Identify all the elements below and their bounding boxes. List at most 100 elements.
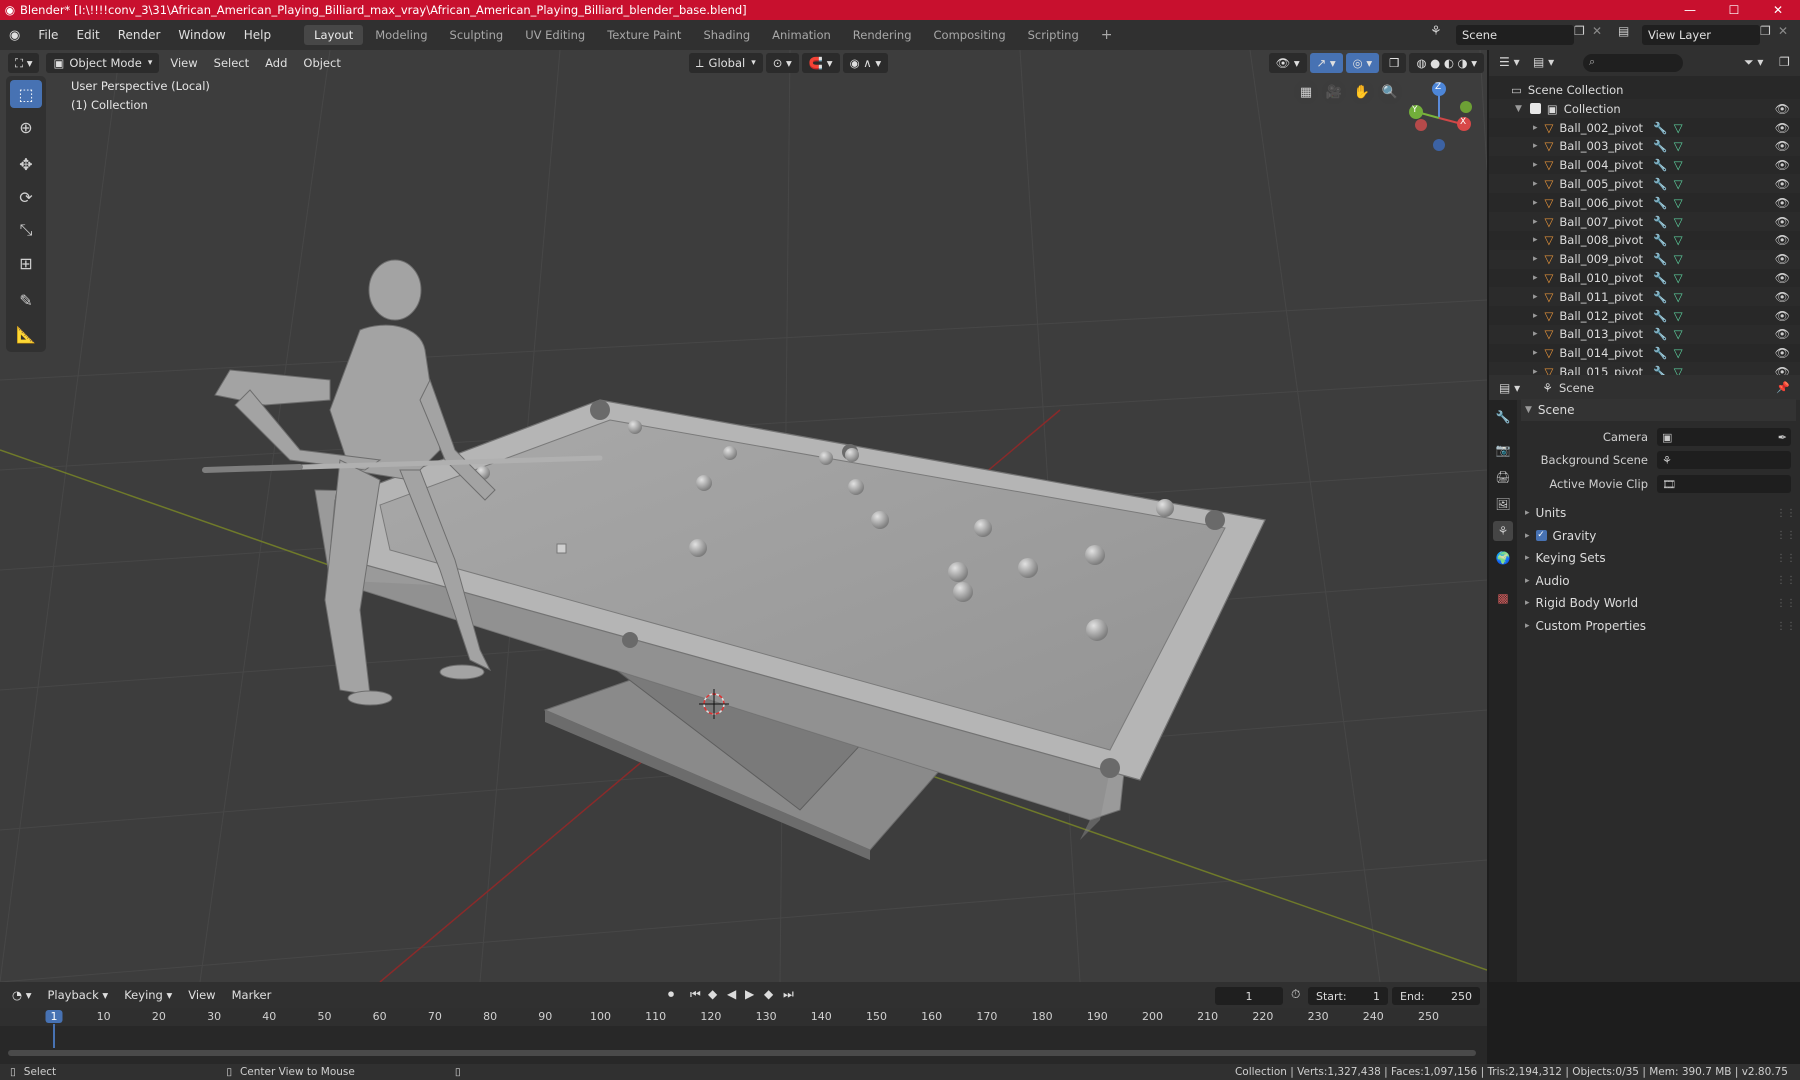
modifier-icon[interactable]: 🔧 bbox=[1653, 309, 1667, 323]
eye-icon[interactable]: 👁 bbox=[1775, 196, 1790, 210]
play-icon[interactable]: ▶ bbox=[745, 987, 754, 1001]
overlay-toggle-button[interactable]: ◎ ▾ bbox=[1345, 53, 1380, 73]
outliner-object-row[interactable]: ▸ ▽ Ball_012_pivot 🔧 ▽ 👁 bbox=[1489, 306, 1800, 325]
modifier-icon[interactable]: 🔧 bbox=[1653, 271, 1667, 285]
navigation-gizmo[interactable]: Z X Y bbox=[1405, 80, 1485, 160]
properties-subpanel[interactable]: ▸ Custom Properties ⋮⋮ bbox=[1521, 615, 1796, 637]
drag-handle-icon[interactable]: ⋮⋮ bbox=[1776, 598, 1796, 609]
minimize-button[interactable]: — bbox=[1668, 3, 1712, 17]
mesh-data-icon[interactable]: ▽ bbox=[1674, 177, 1683, 191]
jump-start-icon[interactable]: ⏮ bbox=[690, 987, 701, 1002]
view-layer-selector[interactable]: View Layer bbox=[1642, 25, 1760, 45]
rotate-tool-icon[interactable]: ⟳ bbox=[10, 183, 42, 211]
tab-sculpting[interactable]: Sculpting bbox=[440, 25, 514, 45]
eye-icon[interactable]: 👁 bbox=[1775, 177, 1790, 191]
mesh-data-icon[interactable]: ▽ bbox=[1674, 309, 1683, 323]
drag-handle-icon[interactable]: ⋮⋮ bbox=[1776, 508, 1796, 519]
tab-layout[interactable]: Layout bbox=[304, 25, 364, 45]
expand-triangle-icon[interactable]: ▸ bbox=[1533, 141, 1538, 151]
expand-triangle-icon[interactable]: ▸ bbox=[1533, 329, 1538, 339]
menu-render[interactable]: Render bbox=[109, 28, 170, 42]
record-button[interactable]: ⏺ bbox=[668, 987, 674, 1002]
menu-playback[interactable]: Playback ▾ bbox=[39, 988, 116, 1002]
start-frame-field[interactable]: Start: 1 bbox=[1308, 987, 1388, 1005]
texture-tab-icon[interactable]: ▩ bbox=[1493, 588, 1513, 608]
properties-subpanel[interactable]: ▸ ✓ Gravity ⋮⋮ bbox=[1521, 525, 1796, 547]
measure-tool-icon[interactable]: 📐 bbox=[10, 320, 42, 348]
mesh-data-icon[interactable]: ▽ bbox=[1674, 252, 1683, 266]
modifier-icon[interactable]: 🔧 bbox=[1653, 290, 1667, 304]
pan-hand-icon[interactable]: ✋ bbox=[1350, 80, 1374, 104]
expand-triangle-icon[interactable]: ▸ bbox=[1533, 254, 1538, 264]
new-scene-icon[interactable]: ❐ bbox=[1574, 24, 1585, 38]
camera-view-icon[interactable]: 🎥 bbox=[1322, 80, 1346, 104]
view-layer-browse-icon[interactable]: ▤ bbox=[1618, 24, 1629, 38]
mesh-data-icon[interactable]: ▽ bbox=[1674, 271, 1683, 285]
delete-view-layer-icon[interactable]: ✕ bbox=[1778, 24, 1788, 38]
outliner-object-row[interactable]: ▸ ▽ Ball_009_pivot 🔧 ▽ 👁 bbox=[1489, 249, 1800, 269]
blender-menu-icon[interactable]: ◉ bbox=[0, 28, 29, 43]
drag-handle-icon[interactable]: ⋮⋮ bbox=[1776, 621, 1796, 632]
tab-modeling[interactable]: Modeling bbox=[365, 25, 437, 45]
new-collection-icon[interactable]: ❐ bbox=[1779, 55, 1790, 69]
gravity-checkbox[interactable]: ✓ bbox=[1535, 530, 1547, 542]
background-scene-field[interactable]: ⚘ bbox=[1657, 451, 1791, 469]
menu-timeline-view[interactable]: View bbox=[180, 988, 223, 1002]
outliner-object-row[interactable]: ▸ ▽ Ball_005_pivot 🔧 ▽ 👁 bbox=[1489, 174, 1800, 194]
eye-icon[interactable]: 👁 bbox=[1775, 271, 1790, 285]
mesh-data-icon[interactable]: ▽ bbox=[1674, 139, 1683, 153]
outliner-scene-collection[interactable]: ▭ Scene Collection bbox=[1489, 80, 1800, 99]
outliner-object-row[interactable]: ▸ ▽ Ball_008_pivot 🔧 ▽ 👁 bbox=[1489, 231, 1800, 250]
proportional-edit-button[interactable]: ◉ ∧ ▾ bbox=[842, 53, 889, 73]
expand-triangle-icon[interactable]: ▸ bbox=[1533, 348, 1538, 358]
outliner-object-row[interactable]: ▸ ▽ Ball_011_pivot 🔧 ▽ 👁 bbox=[1489, 287, 1800, 307]
play-reverse-icon[interactable]: ◀ bbox=[727, 987, 736, 1001]
expand-triangle-icon[interactable]: ▸ bbox=[1533, 311, 1538, 321]
maximize-button[interactable]: ☐ bbox=[1712, 3, 1756, 17]
view-layer-tab-icon[interactable]: 🖼 bbox=[1493, 494, 1513, 514]
xray-toggle-button[interactable]: ❒ bbox=[1382, 53, 1407, 73]
eye-icon[interactable]: 👁 bbox=[1775, 158, 1790, 172]
menu-select[interactable]: Select bbox=[206, 56, 257, 70]
editor-type-button[interactable]: ⛶ ▾ bbox=[8, 53, 40, 73]
scene-tab-icon[interactable]: ⚘ bbox=[1493, 521, 1513, 541]
visibility-button[interactable]: 👁 ▾ bbox=[1268, 53, 1307, 73]
close-button[interactable]: ✕ bbox=[1756, 3, 1800, 17]
outliner-editor-type-icon[interactable]: ☰ ▾ bbox=[1499, 55, 1520, 69]
snap-button[interactable]: 🧲 ▾ bbox=[801, 53, 840, 73]
expand-triangle-icon[interactable]: ▸ bbox=[1533, 160, 1538, 170]
pin-icon[interactable]: 📌 bbox=[1776, 381, 1790, 394]
end-frame-field[interactable]: End: 250 bbox=[1392, 987, 1480, 1005]
menu-file[interactable]: File bbox=[29, 28, 67, 42]
outliner-object-row[interactable]: ▸ ▽ Ball_007_pivot 🔧 ▽ 👁 bbox=[1489, 212, 1800, 231]
eye-icon[interactable]: 👁 bbox=[1775, 327, 1790, 341]
drag-handle-icon[interactable]: ⋮⋮ bbox=[1776, 575, 1796, 586]
modifier-icon[interactable]: 🔧 bbox=[1653, 177, 1667, 191]
properties-subpanel[interactable]: ▸ Rigid Body World ⋮⋮ bbox=[1521, 592, 1796, 614]
mesh-data-icon[interactable]: ▽ bbox=[1674, 121, 1683, 135]
modifier-icon[interactable]: 🔧 bbox=[1653, 196, 1667, 210]
eyedropper-icon[interactable]: ✒ bbox=[1778, 431, 1787, 444]
menu-marker[interactable]: Marker bbox=[224, 988, 280, 1002]
pivot-point-button[interactable]: ⊙ ▾ bbox=[765, 53, 799, 73]
eye-icon[interactable]: 👁 bbox=[1775, 309, 1790, 323]
scene-selector[interactable]: Scene bbox=[1456, 25, 1574, 45]
expand-triangle-icon[interactable]: ▸ bbox=[1533, 235, 1538, 245]
menu-help[interactable]: Help bbox=[235, 28, 280, 42]
scene-panel-header[interactable]: ▼ Scene bbox=[1521, 399, 1796, 421]
outliner-object-row[interactable]: ▸ ▽ Ball_003_pivot 🔧 ▽ 👁 bbox=[1489, 136, 1800, 156]
render-tab-icon[interactable]: 📷 bbox=[1493, 440, 1513, 460]
modifier-icon[interactable]: 🔧 bbox=[1653, 139, 1667, 153]
tab-compositing[interactable]: Compositing bbox=[924, 25, 1016, 45]
scene-browse-icon[interactable]: ⚘ bbox=[1430, 24, 1442, 39]
checkbox-icon[interactable] bbox=[1529, 103, 1541, 114]
timeline-scrollbar[interactable] bbox=[8, 1050, 1476, 1056]
properties-editor-type-icon[interactable]: ▤ ▾ bbox=[1499, 381, 1520, 395]
expand-triangle-icon[interactable]: ▸ bbox=[1533, 198, 1538, 208]
clock-icon[interactable]: ⏱ bbox=[1291, 987, 1300, 1002]
shading-mode-buttons[interactable]: ◍ ● ◐ ◑ ▾ bbox=[1409, 53, 1484, 73]
modifier-icon[interactable]: 🔧 bbox=[1653, 327, 1667, 341]
3d-viewport[interactable] bbox=[0, 50, 1487, 982]
outliner-object-row[interactable]: ▸ ▽ Ball_006_pivot 🔧 ▽ 👁 bbox=[1489, 193, 1800, 212]
move-tool-icon[interactable]: ✥ bbox=[10, 150, 42, 178]
